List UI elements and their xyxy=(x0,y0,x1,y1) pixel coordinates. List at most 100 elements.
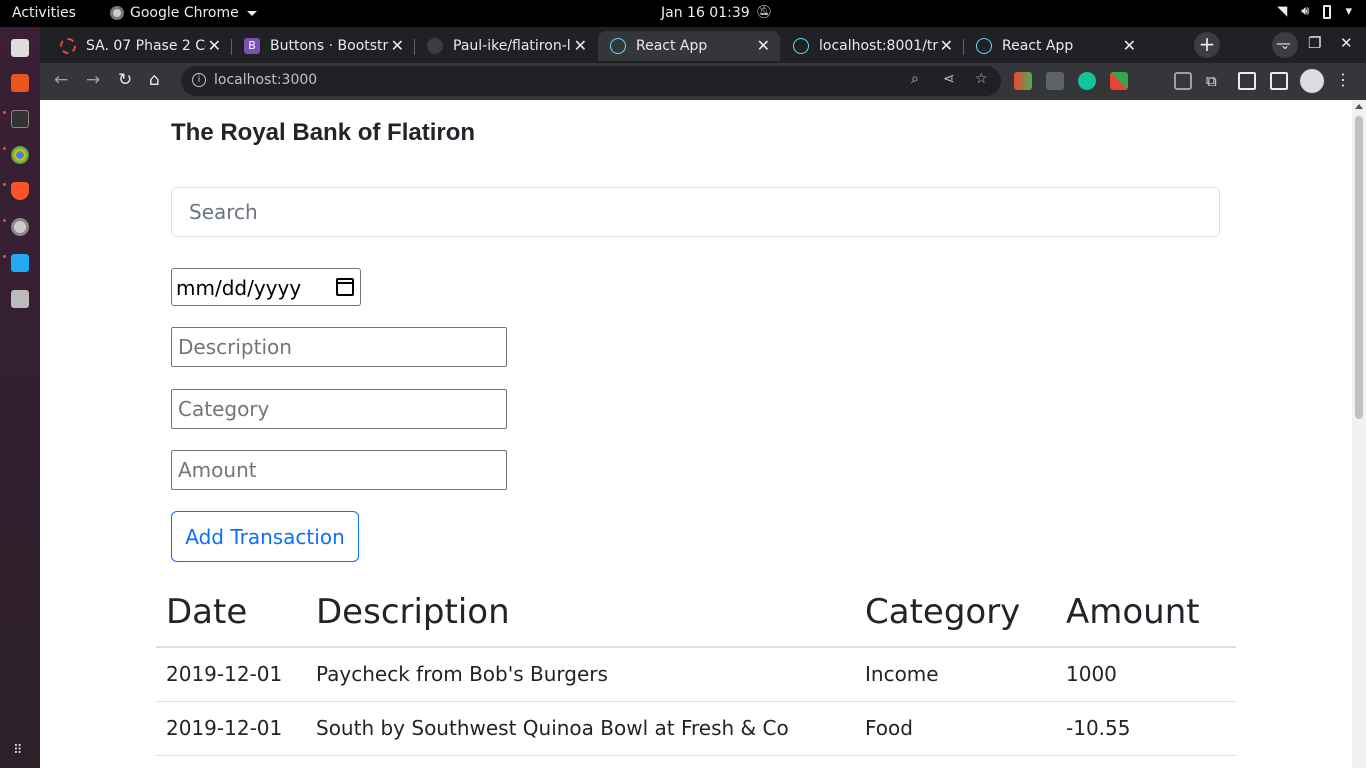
disk-icon[interactable] xyxy=(11,218,29,236)
close-window-button[interactable]: ✕ xyxy=(1340,34,1353,52)
column-header-date[interactable]: Date xyxy=(156,580,306,648)
tab-localhost-8001[interactable]: localhost:8001/tr ✕ xyxy=(781,31,964,61)
table-header-row: Date Description Category Amount xyxy=(156,580,1236,648)
files-icon[interactable] xyxy=(11,39,29,57)
cell-description: South by Southwest Quinoa Bowl at Fresh … xyxy=(306,701,855,756)
cell-date: 2019-12-01 xyxy=(156,701,306,756)
amount-field[interactable] xyxy=(171,450,507,490)
tab-strip: SA. 07 Phase 2 Co ✕ B Buttons · Bootstr … xyxy=(40,27,1366,63)
volume-icon: 🔊︎ xyxy=(1301,4,1310,19)
extensions-puzzle-icon[interactable]: ⧉ xyxy=(1206,72,1224,90)
browser-toolbar: ← → ↻ ⌂ i localhost:3000 ⌕ ⋖ ☆ ⧉ ⋮ xyxy=(40,63,1366,100)
vscode-icon[interactable] xyxy=(11,254,29,272)
cell-amount: 1000 xyxy=(1056,647,1236,702)
react-icon xyxy=(610,38,626,54)
tab-title: SA. 07 Phase 2 Co xyxy=(86,38,206,54)
page-title: The Royal Bank of Flatiron xyxy=(171,119,476,146)
zoom-icon[interactable]: ⌕ xyxy=(911,71,919,87)
url-text[interactable]: localhost:3000 xyxy=(214,72,317,88)
tab-bootstrap[interactable]: B Buttons · Bootstr ✕ xyxy=(232,31,415,61)
cast-icon[interactable] xyxy=(1238,72,1256,90)
minimize-button[interactable]: — xyxy=(1276,34,1291,52)
tab-github[interactable]: Paul-ike/flatiron-l ✕ xyxy=(415,31,597,61)
tab-react-app[interactable]: React App ✕ xyxy=(964,31,1146,61)
show-apps-icon[interactable]: ⠿ xyxy=(13,743,23,758)
cell-description: Paycheck from Bob's Burgers xyxy=(306,647,855,702)
site-info-icon[interactable]: i xyxy=(192,73,206,87)
brave-icon[interactable] xyxy=(11,182,29,200)
close-icon[interactable]: ✕ xyxy=(391,36,404,55)
tab-title: Buttons · Bootstr xyxy=(270,38,389,54)
forward-button[interactable]: → xyxy=(86,70,100,90)
wifi-icon: ◥ xyxy=(1277,4,1288,19)
calendar-icon[interactable] xyxy=(336,278,354,296)
date-field[interactable]: mm/dd/yyyy xyxy=(171,268,361,306)
chevron-down-icon: ▾ xyxy=(1345,4,1352,19)
table-row: 2019-12-01 Paycheck from Bob's Burgers I… xyxy=(156,647,1236,702)
bookmark-star-icon[interactable]: ☆ xyxy=(975,71,988,87)
clock[interactable]: Jan 16 01:39 xyxy=(661,5,750,21)
screenshot-icon[interactable] xyxy=(11,290,29,308)
close-icon[interactable]: ✕ xyxy=(757,36,770,55)
add-transaction-button[interactable]: Add Transaction xyxy=(171,511,359,562)
system-tray[interactable]: ◥ 🔊︎ ▾ xyxy=(1277,4,1352,19)
category-field[interactable] xyxy=(171,389,507,429)
running-indicator xyxy=(3,183,6,186)
chrome-icon xyxy=(110,6,124,20)
grammarly-icon[interactable] xyxy=(1078,72,1096,90)
profile-avatar[interactable] xyxy=(1300,69,1324,93)
running-indicator xyxy=(3,255,6,258)
back-button[interactable]: ← xyxy=(54,70,68,90)
react-icon xyxy=(976,38,992,54)
software-center-icon[interactable] xyxy=(11,74,29,92)
address-bar[interactable]: i localhost:3000 ⌕ ⋖ ☆ xyxy=(181,66,1001,96)
cell-date: 2019-12-01 xyxy=(156,647,306,702)
cell-amount: -10.55 xyxy=(1056,701,1236,756)
activities-button[interactable]: Activities xyxy=(12,5,76,21)
running-indicator xyxy=(3,219,6,222)
close-icon[interactable]: ✕ xyxy=(1123,36,1136,55)
running-indicator xyxy=(3,147,6,150)
reload-button[interactable]: ↻ xyxy=(118,70,132,90)
share-icon[interactable]: ⋖ xyxy=(943,71,955,87)
close-icon[interactable]: ✕ xyxy=(574,36,587,55)
more-menu-icon[interactable]: ⋮ xyxy=(1335,70,1351,89)
battery-icon xyxy=(1323,4,1332,19)
description-field[interactable] xyxy=(171,327,507,367)
column-header-description[interactable]: Description xyxy=(306,580,855,648)
extension-icon[interactable] xyxy=(1046,72,1064,90)
close-icon[interactable]: ✕ xyxy=(940,36,953,55)
github-icon xyxy=(427,38,443,54)
table-row: 2019-12-01 South by Southwest Quinoa Bow… xyxy=(156,701,1236,756)
side-panel-icon[interactable] xyxy=(1270,72,1288,90)
scrollbar-thumb[interactable] xyxy=(1355,116,1363,419)
notifications-muted-icon: 🔕︎ xyxy=(756,5,773,20)
chevron-down-icon xyxy=(246,10,257,16)
chrome-icon[interactable] xyxy=(11,146,29,164)
new-tab-button[interactable]: + xyxy=(1194,32,1220,58)
tab-sa07[interactable]: SA. 07 Phase 2 Co ✕ xyxy=(48,31,232,61)
react-icon xyxy=(793,38,809,54)
running-indicator xyxy=(3,111,6,114)
tab-title: Paul-ike/flatiron-l xyxy=(453,38,571,54)
transactions-table: Date Description Category Amount 2019-12… xyxy=(156,580,1236,756)
scroll-up-icon[interactable] xyxy=(1355,104,1363,109)
extension-icon[interactable] xyxy=(1110,72,1128,90)
page-viewport: The Royal Bank of Flatiron mm/dd/yyyy Ad… xyxy=(40,100,1366,768)
page-scrollbar[interactable] xyxy=(1352,100,1366,768)
app-menu[interactable]: Google Chrome xyxy=(110,5,257,21)
column-header-category[interactable]: Category xyxy=(855,580,1056,648)
tab-title: React App xyxy=(1002,38,1074,54)
column-header-amount[interactable]: Amount xyxy=(1056,580,1236,648)
tab-react-app-active[interactable]: React App ✕ xyxy=(598,31,780,61)
home-button[interactable]: ⌂ xyxy=(149,70,160,90)
tab-title: localhost:8001/tr xyxy=(819,38,939,54)
maximize-button[interactable]: ❐ xyxy=(1308,34,1321,52)
date-placeholder: mm/dd/yyyy xyxy=(176,276,302,300)
search-input[interactable] xyxy=(171,187,1220,237)
dock: ⠿ xyxy=(0,27,40,768)
close-icon[interactable]: ✕ xyxy=(208,36,221,55)
extension-icon[interactable] xyxy=(1014,72,1032,90)
terminal-icon[interactable] xyxy=(11,110,29,128)
extension-icon[interactable] xyxy=(1174,72,1192,90)
